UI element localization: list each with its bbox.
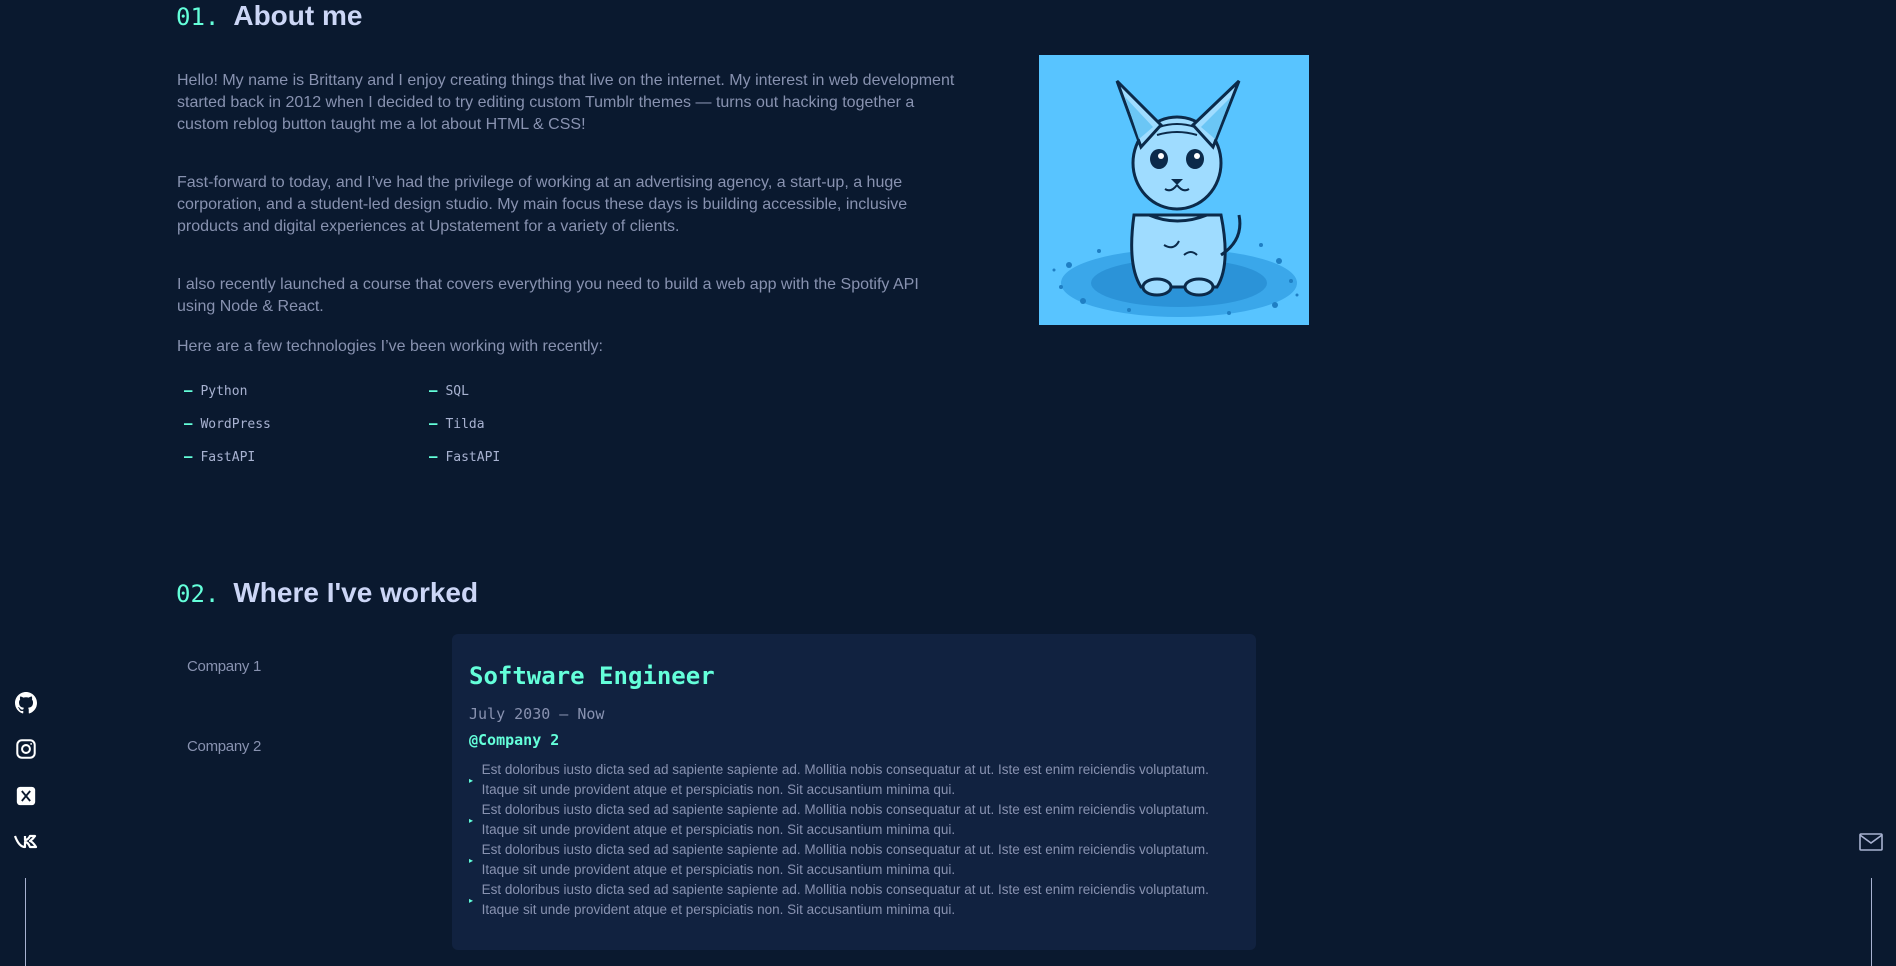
skill-marker: – (184, 449, 193, 465)
about-heading: 01. About me (176, 0, 362, 32)
about-paragraph-1: Hello! My name is Brittany and I enjoy c… (177, 70, 957, 136)
work-section-title: Where I've worked (233, 577, 479, 608)
about-text-4: Here are a few technologies I’ve been wo… (177, 338, 603, 355)
vk-icon[interactable] (14, 830, 38, 854)
about-text-1: Hello! My name is Brittany and I enjoy c… (177, 72, 955, 133)
instagram-icon[interactable] (14, 737, 38, 761)
profile-avatar-image (1039, 55, 1309, 325)
skill-item: – Python (184, 382, 429, 400)
skill-label: Tilda (445, 416, 485, 432)
list-item: ▸ Est doloribus iusto dicta sed ad sapie… (469, 760, 1244, 800)
skill-marker: – (184, 416, 193, 432)
skill-item: – WordPress (184, 415, 429, 433)
bullet-text: Est doloribus iusto dicta sed ad sapient… (481, 802, 1209, 837)
list-item: ▸ Est doloribus iusto dicta sed ad sapie… (469, 800, 1244, 840)
company-tab-2[interactable]: Company 2 (187, 738, 261, 755)
about-section-title: About me (233, 0, 363, 31)
work-heading: 02. Where I've worked (176, 577, 478, 609)
job-title: Software Engineer (469, 662, 715, 690)
list-item: ▸ Est doloribus iusto dicta sed ad sapie… (469, 840, 1244, 880)
mail-icon[interactable] (1859, 830, 1883, 854)
about-section-number: 01. (176, 3, 220, 31)
about-text-2: Fast-forward to today, and I’ve had the … (177, 174, 908, 235)
job-company-link[interactable]: @Company 2 (469, 731, 559, 749)
skill-marker: – (184, 383, 193, 399)
job-details-panel: Software Engineer July 2030 – Now @Compa… (452, 634, 1256, 950)
x-twitter-icon[interactable] (14, 784, 38, 808)
bullet-arrow-icon: ▸ (469, 895, 474, 905)
skill-item: – FastAPI (184, 448, 429, 466)
skill-marker: – (429, 383, 438, 399)
skill-label: Python (200, 383, 248, 399)
skill-item: – FastAPI (429, 448, 549, 466)
bullet-arrow-icon: ▸ (469, 815, 474, 825)
github-icon[interactable] (14, 691, 38, 715)
bullet-text: Est doloribus iusto dicta sed ad sapient… (481, 762, 1209, 797)
skill-label: FastAPI (200, 449, 256, 465)
about-text-3: I also recently launched a course that c… (177, 276, 919, 315)
about-paragraph-3: I also recently launched a course that c… (177, 274, 957, 318)
right-vertical-line (1871, 878, 1872, 966)
about-paragraph-4: Here are a few technologies I’ve been wo… (177, 336, 957, 358)
skill-marker: – (429, 416, 438, 432)
skill-label: WordPress (200, 416, 271, 432)
bullet-arrow-icon: ▸ (469, 855, 474, 865)
bullet-text: Est doloribus iusto dicta sed ad sapient… (481, 842, 1209, 877)
skills-list: – Python – SQL – WordPress – Tilda – FastAPI … (184, 382, 549, 466)
work-section-number: 02. (176, 580, 220, 608)
bullet-text: Est doloribus iusto dicta sed ad sapient… (481, 882, 1209, 917)
skill-item: – SQL (429, 382, 549, 400)
bullet-arrow-icon: ▸ (469, 775, 474, 785)
job-dates: July 2030 – Now (469, 705, 605, 723)
job-responsibilities: ▸ Est doloribus iusto dicta sed ad sapie… (469, 760, 1244, 920)
list-item: ▸ Est doloribus iusto dicta sed ad sapie… (469, 880, 1244, 920)
company-tab-1[interactable]: Company 1 (187, 658, 261, 675)
skill-item: – Tilda (429, 415, 549, 433)
skill-marker: – (429, 449, 438, 465)
skill-label: FastAPI (445, 449, 501, 465)
about-paragraph-2: Fast-forward to today, and I’ve had the … (177, 172, 957, 238)
skill-label: SQL (445, 383, 469, 399)
cat-illustration (1039, 55, 1309, 325)
left-vertical-line (25, 878, 26, 966)
